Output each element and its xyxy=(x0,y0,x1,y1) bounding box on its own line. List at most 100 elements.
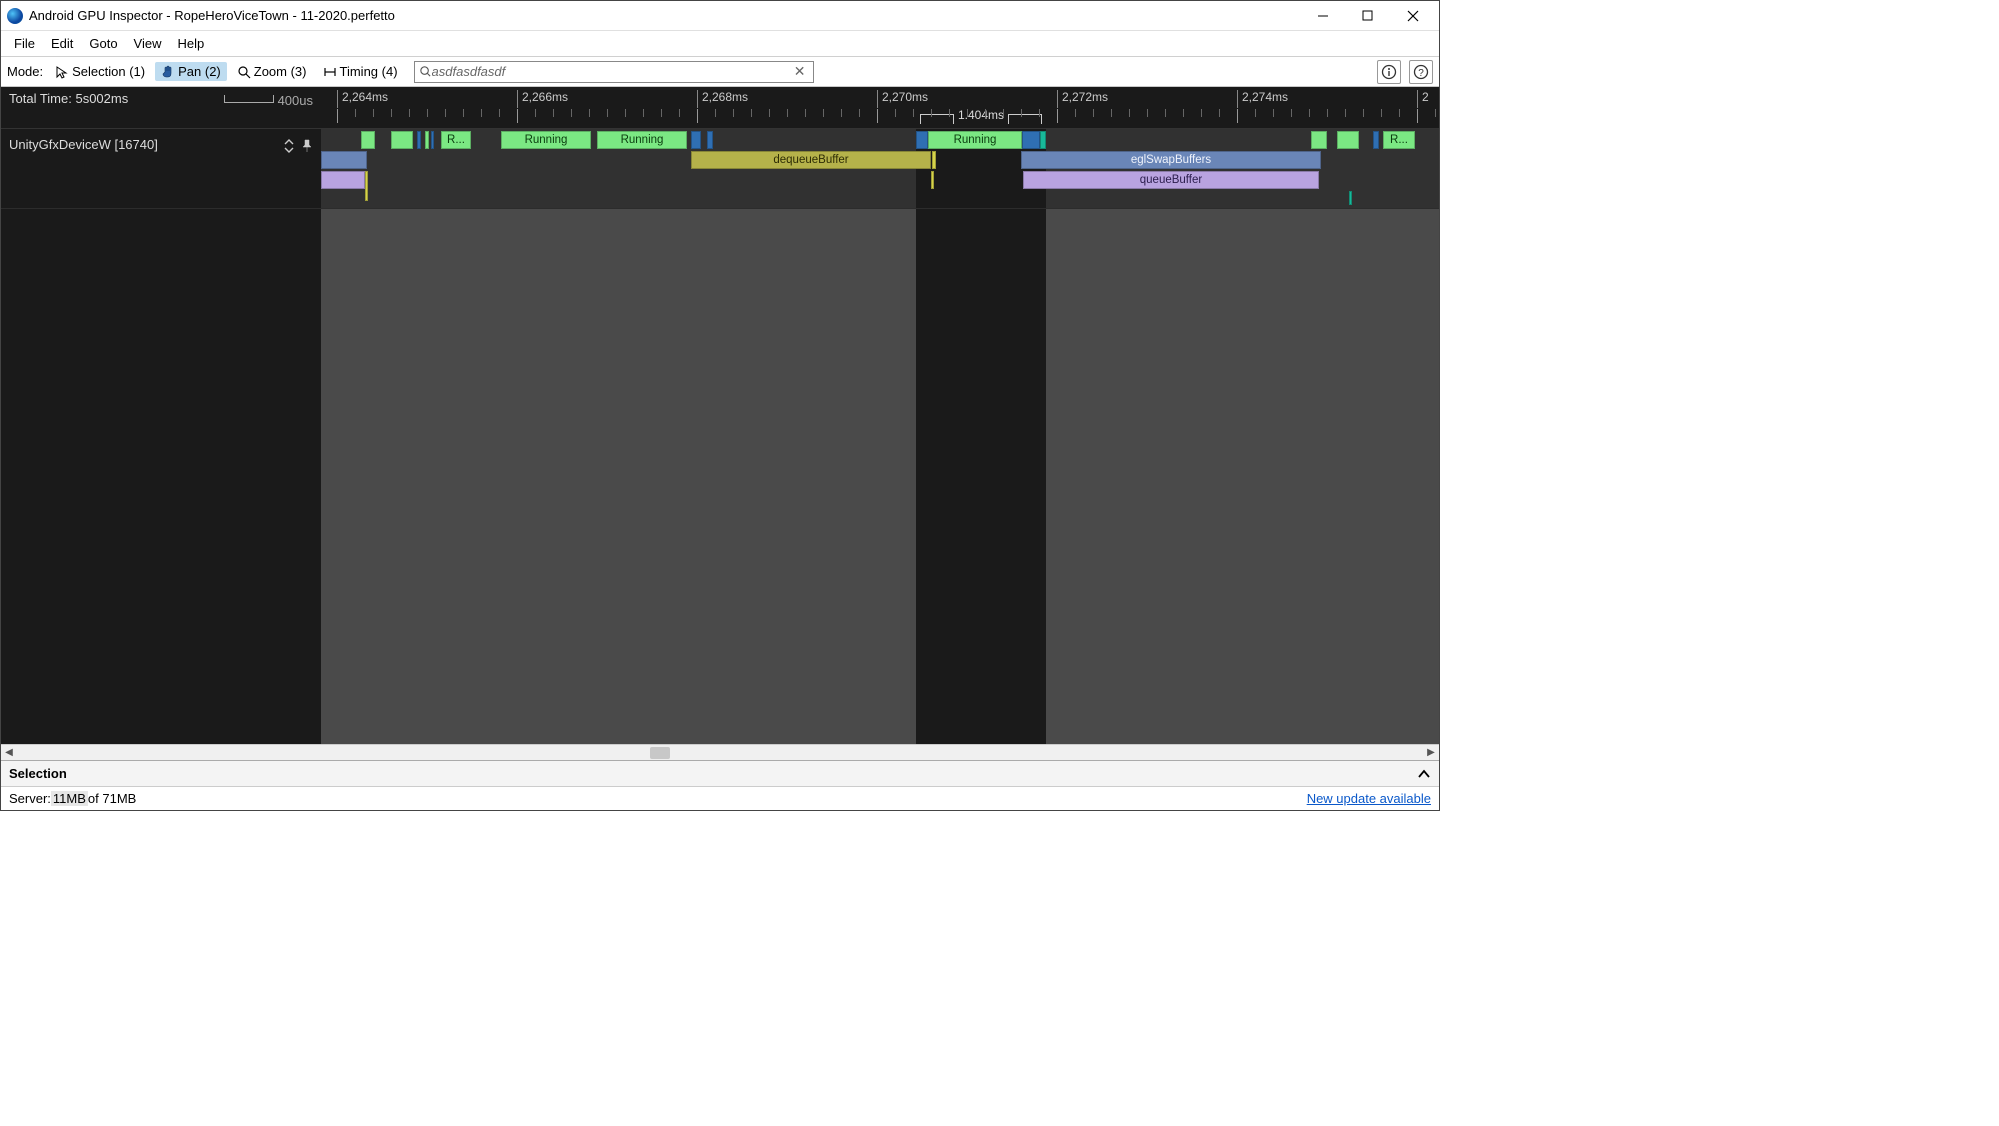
timeline-filler[interactable] xyxy=(1,209,1439,744)
menubar: File Edit Goto View Help xyxy=(1,31,1439,57)
minor-tick xyxy=(607,109,608,117)
filler-col xyxy=(1046,209,1439,744)
minor-tick xyxy=(859,109,860,117)
slice-sleep[interactable] xyxy=(1373,131,1379,149)
timing-icon xyxy=(323,65,337,79)
expand-panel-icon[interactable] xyxy=(1417,767,1431,781)
minor-tick xyxy=(985,109,986,117)
slice-running[interactable]: R... xyxy=(441,131,471,149)
mode-selection[interactable]: Selection (1) xyxy=(49,62,151,81)
tick-label: 2,266ms xyxy=(517,90,568,108)
mode-zoom-label: Zoom (3) xyxy=(254,64,307,79)
slice[interactable] xyxy=(1349,191,1352,205)
slice-runnable[interactable] xyxy=(1040,131,1046,149)
menu-view[interactable]: View xyxy=(127,33,169,54)
track-lane[interactable]: R... Running Running Running R... dequeu… xyxy=(321,129,1439,208)
slice[interactable] xyxy=(365,171,368,201)
slice-sleep[interactable] xyxy=(707,131,713,149)
help-button[interactable]: ? xyxy=(1409,60,1433,84)
slice-sleep[interactable] xyxy=(691,131,701,149)
minor-tick xyxy=(931,109,932,117)
minor-tick xyxy=(1219,109,1220,117)
mode-zoom[interactable]: Zoom (3) xyxy=(231,62,313,81)
horizontal-scrollbar[interactable]: ◀ ▶ xyxy=(1,744,1439,760)
mode-timing-label: Timing (4) xyxy=(340,64,398,79)
minor-tick xyxy=(445,109,446,117)
slice-running[interactable] xyxy=(425,131,429,149)
slice[interactable] xyxy=(321,151,367,169)
minor-tick xyxy=(661,109,662,117)
ruler-track[interactable]: 2,264ms 2,266ms 2,268ms 2,270ms 2,272ms … xyxy=(321,87,1439,128)
slice[interactable] xyxy=(931,171,934,189)
minor-tick xyxy=(1183,109,1184,117)
svg-text:?: ? xyxy=(1418,68,1424,79)
minor-tick xyxy=(625,109,626,117)
minor-tick xyxy=(1003,109,1004,117)
minor-tick xyxy=(679,109,680,117)
close-button[interactable] xyxy=(1390,2,1435,30)
slice-queuebuffer[interactable]: queueBuffer xyxy=(1023,171,1319,189)
collapse-icon[interactable] xyxy=(283,139,295,153)
minor-tick xyxy=(895,109,896,117)
info-button[interactable] xyxy=(1377,60,1401,84)
menu-file[interactable]: File xyxy=(7,33,42,54)
timeline[interactable]: Total Time: 5s002ms 400us 2,264ms 2,266m… xyxy=(1,87,1439,744)
slice-running[interactable] xyxy=(1337,131,1359,149)
minor-tick xyxy=(1111,109,1112,117)
search-clear-icon[interactable]: ✕ xyxy=(791,63,809,80)
menu-help[interactable]: Help xyxy=(171,33,212,54)
slice-running[interactable]: Running xyxy=(501,131,591,149)
slice-sleep[interactable] xyxy=(431,131,434,149)
minor-tick xyxy=(733,109,734,117)
slice-sleep[interactable] xyxy=(916,131,928,149)
ruler-header: Total Time: 5s002ms 400us xyxy=(1,87,321,128)
titlebar: Android GPU Inspector - RopeHeroViceTown… xyxy=(1,1,1439,31)
maximize-button[interactable] xyxy=(1345,2,1390,30)
search-input[interactable] xyxy=(432,64,791,79)
scroll-left-icon[interactable]: ◀ xyxy=(1,746,17,760)
minor-tick xyxy=(1363,109,1364,117)
slice-running[interactable]: R... xyxy=(1383,131,1415,149)
slice-dequeuebuffer[interactable]: dequeueBuffer xyxy=(691,151,931,169)
minor-tick xyxy=(391,109,392,117)
slice-running[interactable]: Running xyxy=(597,131,687,149)
minor-tick xyxy=(373,109,374,117)
minor-tick xyxy=(1435,109,1436,117)
scrollbar-thumb[interactable] xyxy=(650,747,670,759)
slice-running[interactable] xyxy=(1311,131,1327,149)
scrollbar-track[interactable] xyxy=(17,747,1423,759)
mode-pan[interactable]: Pan (2) xyxy=(155,62,227,81)
pin-icon[interactable] xyxy=(301,139,313,153)
major-tick xyxy=(877,109,878,123)
track-name: UnityGfxDeviceW [16740] xyxy=(9,137,158,152)
minor-tick xyxy=(427,109,428,117)
filler-col xyxy=(321,209,916,744)
tick-label: 2 xyxy=(1417,90,1429,108)
mem-used: 11MB xyxy=(51,791,88,806)
major-tick xyxy=(697,109,698,123)
mode-selection-label: Selection (1) xyxy=(72,64,145,79)
minor-tick xyxy=(1345,109,1346,117)
minor-tick xyxy=(949,109,950,117)
slice-eglswapbuffers[interactable]: eglSwapBuffers xyxy=(1021,151,1321,169)
menu-goto[interactable]: Goto xyxy=(82,33,124,54)
slice-running[interactable] xyxy=(391,131,413,149)
slice-sleep[interactable] xyxy=(417,131,421,149)
slice-running[interactable] xyxy=(361,131,375,149)
search-box[interactable]: ✕ xyxy=(414,61,814,83)
slice[interactable] xyxy=(321,171,365,189)
minor-tick xyxy=(355,109,356,117)
mode-timing[interactable]: Timing (4) xyxy=(317,62,404,81)
minor-tick xyxy=(751,109,752,117)
minimize-button[interactable] xyxy=(1300,2,1345,30)
slice-running[interactable]: Running xyxy=(928,131,1022,149)
track-header: UnityGfxDeviceW [16740] xyxy=(1,129,321,208)
minor-tick xyxy=(463,109,464,117)
menu-edit[interactable]: Edit xyxy=(44,33,80,54)
slice[interactable] xyxy=(932,151,936,169)
scroll-right-icon[interactable]: ▶ xyxy=(1423,746,1439,760)
update-link[interactable]: New update available xyxy=(1307,791,1431,806)
minor-tick xyxy=(571,109,572,117)
hand-icon xyxy=(161,65,175,79)
slice-sleep[interactable] xyxy=(1022,131,1040,149)
